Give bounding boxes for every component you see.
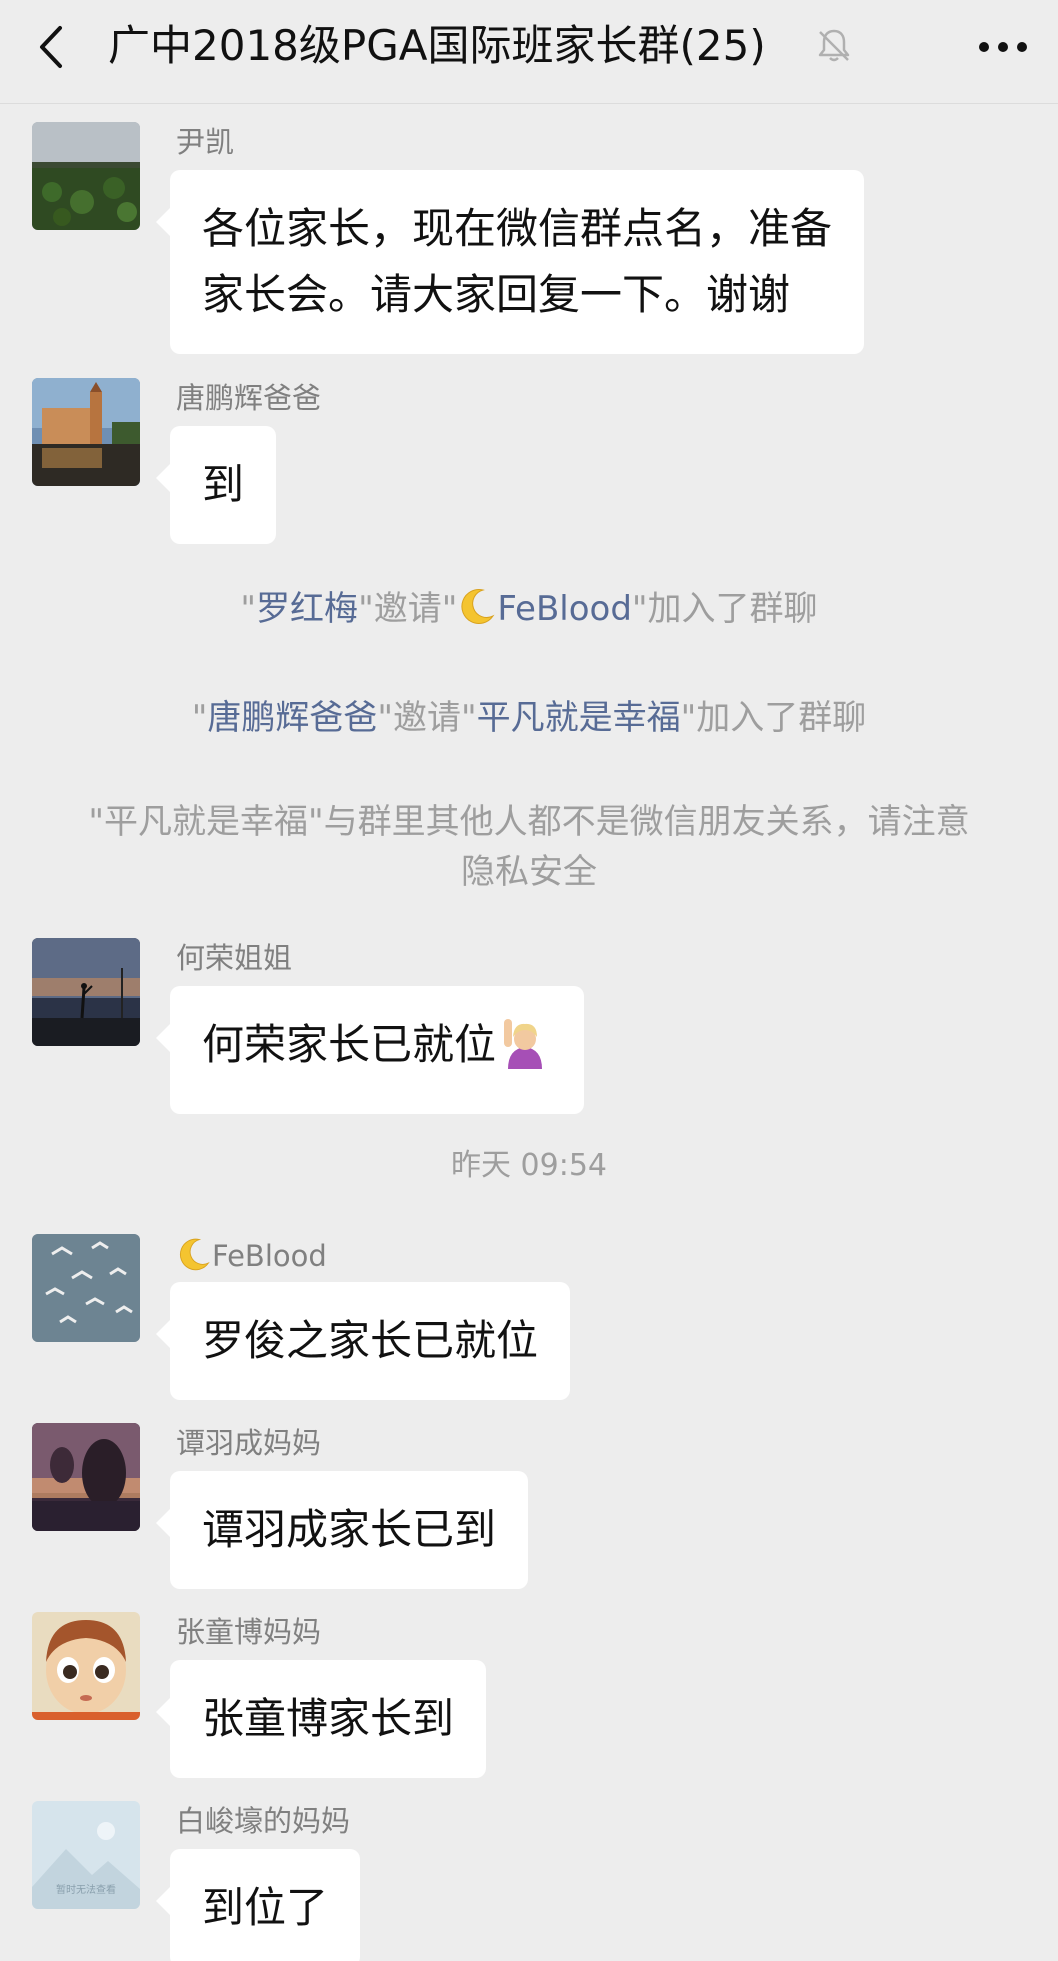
privacy-notice: "平凡就是幸福"与群里其他人都不是微信朋友关系，请注意隐私安全 — [88, 802, 970, 892]
notice-name-link[interactable]: 唐鹏辉爸爸 — [207, 698, 377, 738]
message-text: 到 — [202, 460, 245, 509]
message-bubble[interactable]: 到位了 — [155, 1849, 361, 1961]
message-text: 各位家长，现在微信群点名，准备 — [202, 204, 833, 253]
sender-name: 白峻壕的妈妈 — [176, 1804, 351, 1838]
message-text: 家长会。请大家回复一下。谢谢 — [202, 270, 791, 319]
mute-bell-icon — [814, 26, 854, 66]
message-text: 张童博家长到 — [202, 1694, 455, 1743]
message-text: 谭羽成家长已到 — [202, 1505, 497, 1554]
chat-title: 广中2018级PGA国际班家长群(25) — [108, 21, 766, 70]
message-bubble[interactable]: 各位家长，现在微信群点名，准备 家长会。请大家回复一下。谢谢 — [155, 170, 865, 354]
moon-emoji-icon — [176, 1236, 212, 1280]
message-bubble[interactable]: 罗俊之家长已就位 — [155, 1282, 571, 1400]
sender-name: 唐鹏辉爸爸 — [176, 381, 322, 415]
avatar[interactable] — [32, 938, 140, 1046]
avatar[interactable] — [32, 1234, 140, 1342]
message-bubble[interactable]: 张童博家长到 — [155, 1660, 487, 1778]
avatar[interactable] — [32, 378, 140, 486]
sender-name: 谭羽成妈妈 — [176, 1426, 322, 1460]
system-notice: "罗红梅"邀请" FeBlood"加入了群聊 — [0, 585, 1058, 639]
sender-name: FeBlood — [176, 1236, 327, 1280]
sender-name: 何荣姐姐 — [176, 941, 293, 975]
moon-emoji-icon — [457, 586, 497, 639]
avatar[interactable]: 暂时无法查看 — [32, 1801, 140, 1909]
more-dots-icon — [979, 42, 1027, 52]
message-text: 到位了 — [202, 1883, 329, 1932]
avatar[interactable] — [32, 1423, 140, 1531]
chat-screen: 广中2018级PGA国际班家长群(25) 尹凯 各位家长，现在微信群点名，准备 … — [0, 0, 1058, 1961]
message-text: 何荣家长已就位 — [202, 1020, 497, 1069]
back-arrow-icon — [40, 26, 62, 68]
notice-name-link[interactable]: 平凡就是幸福 — [477, 698, 681, 738]
chat-header: 广中2018级PGA国际班家长群(25) — [0, 0, 1058, 104]
notice-name-link[interactable]: FeBlood — [497, 589, 632, 629]
avatar[interactable] — [32, 1612, 140, 1720]
avatar[interactable] — [32, 122, 140, 230]
message-bubble[interactable]: 谭羽成家长已到 — [155, 1471, 529, 1589]
more-options-button[interactable] — [976, 30, 1030, 64]
notice-name-link[interactable]: 罗红梅 — [256, 589, 358, 629]
svg-text:暂时无法查看: 暂时无法查看 — [56, 1883, 116, 1896]
back-button[interactable] — [30, 22, 80, 72]
message-bubble[interactable]: 到 — [155, 426, 277, 544]
sender-name: 尹凯 — [176, 125, 235, 159]
raising-hand-emoji-icon — [498, 1015, 552, 1088]
timestamp: 昨天 09:54 — [451, 1148, 607, 1183]
sender-name: 张童博妈妈 — [176, 1615, 322, 1649]
message-bubble[interactable]: 何荣家长已就位 — [155, 986, 585, 1114]
system-notice: "唐鹏辉爸爸"邀请"平凡就是幸福"加入了群聊 — [191, 698, 867, 738]
message-text: 罗俊之家长已就位 — [202, 1316, 539, 1365]
